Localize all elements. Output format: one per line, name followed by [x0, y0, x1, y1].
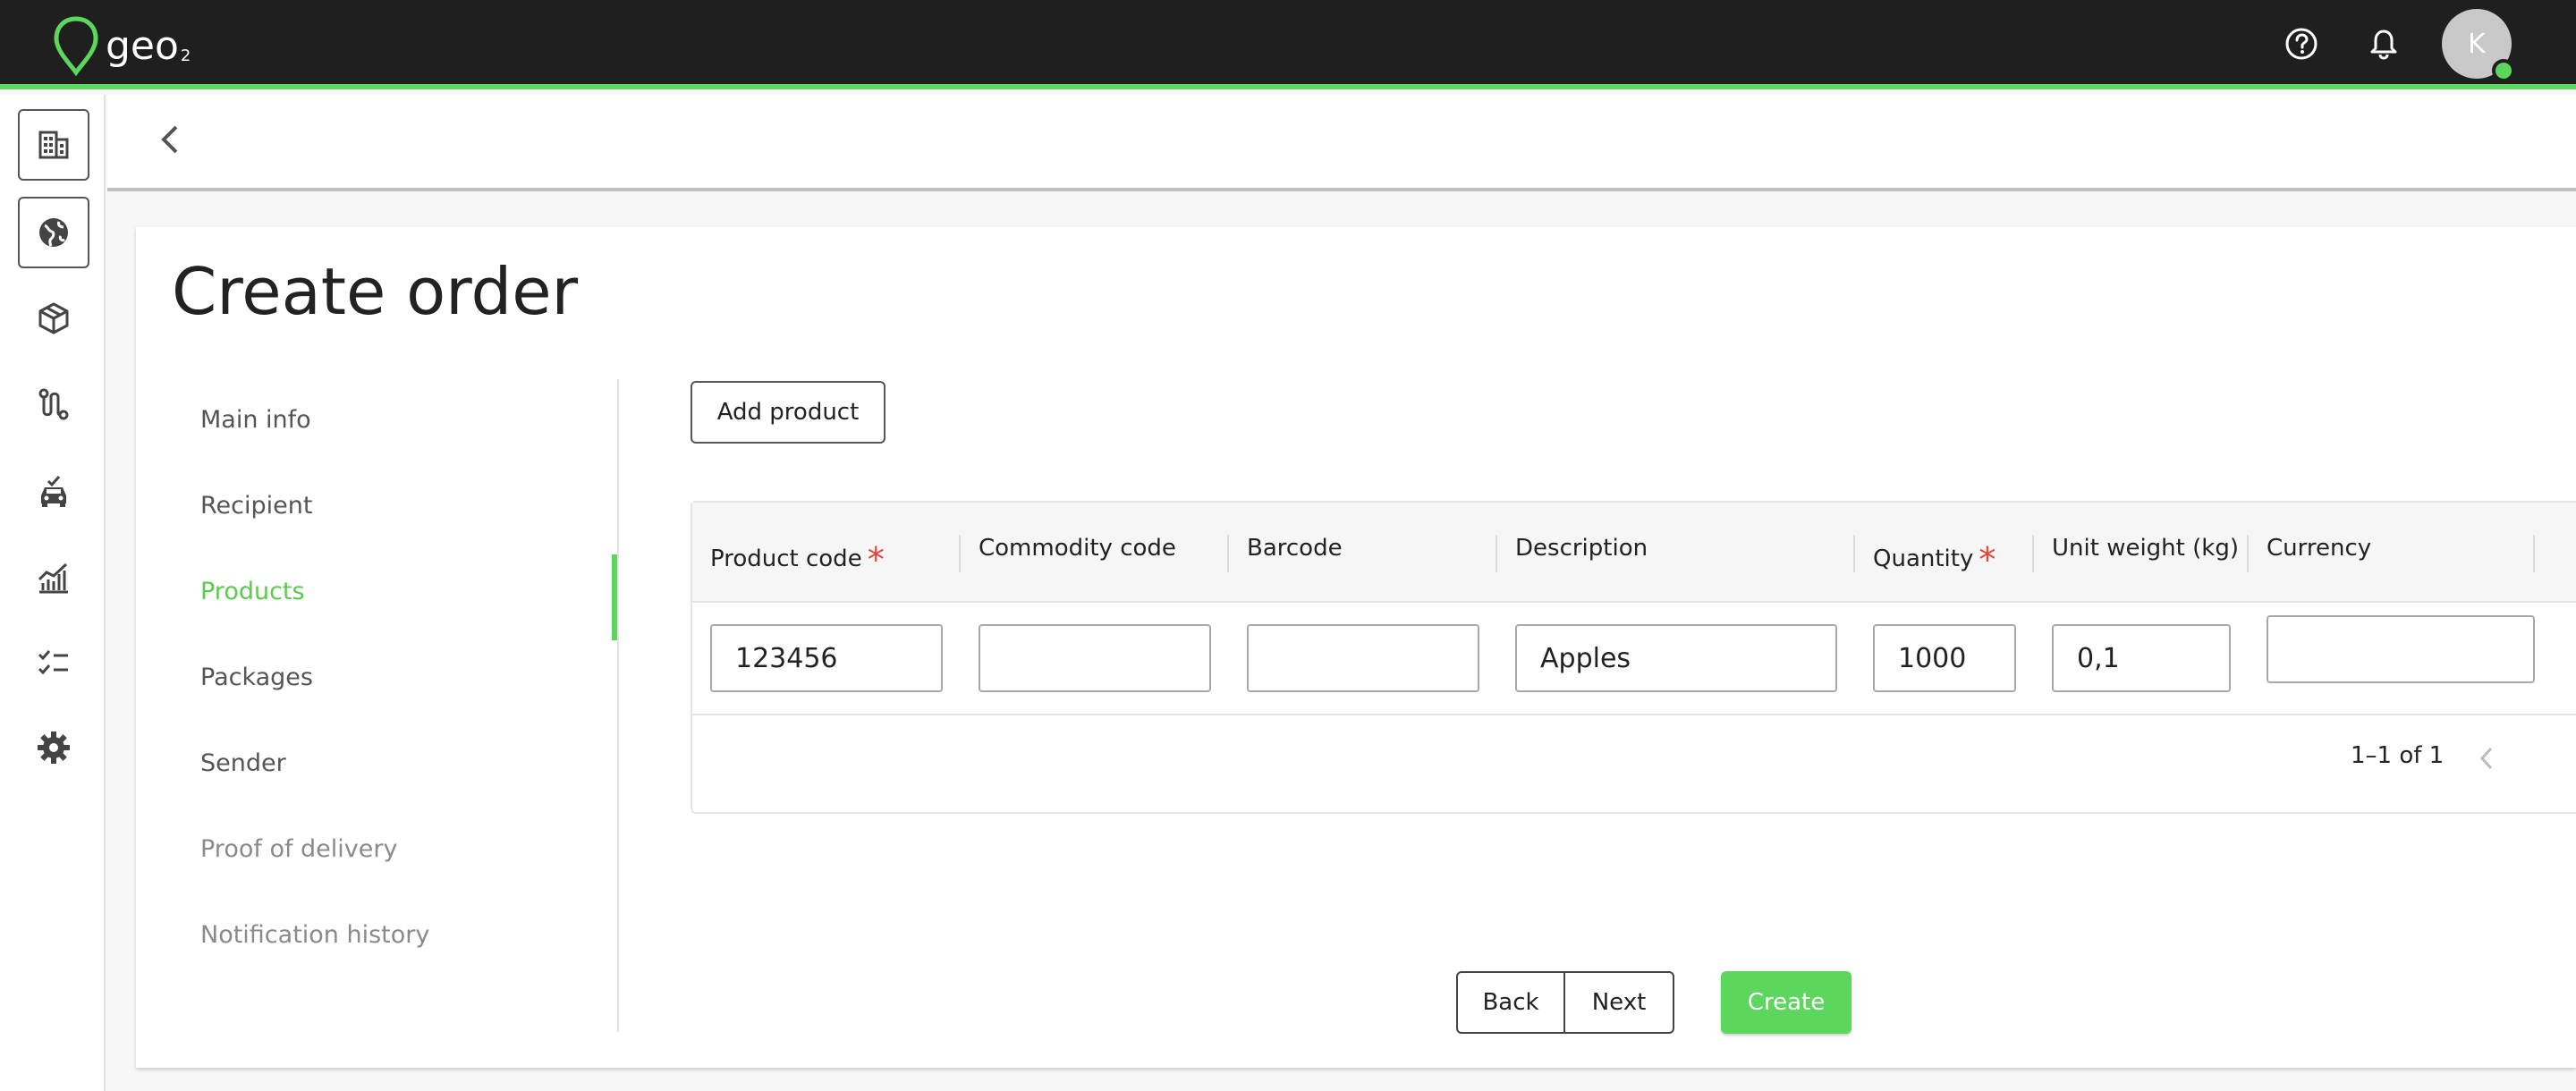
- column-header-description: Description: [1515, 535, 1648, 562]
- vehicle-check-icon: [41, 476, 66, 507]
- column-separator[interactable]: [2533, 535, 2535, 572]
- products-table: Product code * Commodity code Barcode Des…: [691, 501, 2576, 814]
- description-input[interactable]: Apples: [1515, 624, 1837, 692]
- left-nav-rail: [0, 95, 106, 1091]
- rail-item-organizations[interactable]: [18, 109, 89, 181]
- app-logo[interactable]: geo 2: [52, 14, 191, 77]
- step-recipient[interactable]: Recipient: [200, 492, 312, 520]
- help-circle-icon: [2285, 28, 2318, 60]
- rail-item-tasks[interactable]: [18, 628, 89, 699]
- column-header-commodity-code: Commodity code: [979, 535, 1176, 562]
- package-icon: [38, 302, 69, 334]
- online-status-dot: [2492, 59, 2515, 82]
- rail-item-analytics[interactable]: [18, 542, 89, 613]
- logo-subscript: 2: [180, 46, 191, 65]
- barcode-input[interactable]: [1247, 624, 1479, 692]
- step-navigation-buttons: Back Next: [1456, 971, 1674, 1034]
- back-navigation-button[interactable]: [143, 113, 197, 166]
- required-marker: *: [867, 540, 885, 579]
- unit-weight-input[interactable]: 0,1: [2052, 624, 2231, 692]
- column-separator[interactable]: [2247, 535, 2249, 572]
- column-separator[interactable]: [959, 535, 961, 572]
- rail-item-routes[interactable]: [18, 368, 89, 440]
- top-bar: geo 2 K: [0, 0, 2576, 89]
- currency-select[interactable]: [2267, 615, 2535, 683]
- pagination-range: 1–1 of 1: [2351, 742, 2445, 769]
- column-separator[interactable]: [1496, 535, 1497, 572]
- commodity-code-input[interactable]: [979, 624, 1211, 692]
- product-code-input[interactable]: 123456: [710, 624, 943, 692]
- required-marker: *: [1979, 540, 1996, 579]
- checklist-icon: [38, 650, 68, 675]
- create-order-card: Create order Main info Recipient Product…: [136, 227, 2576, 1068]
- active-step-indicator: [612, 554, 617, 640]
- rail-item-map[interactable]: [18, 197, 89, 268]
- quantity-input[interactable]: 1000: [1873, 624, 2016, 692]
- previous-page-button[interactable]: [2469, 740, 2504, 776]
- analytics-icon: [38, 562, 68, 594]
- logo-text: geo: [106, 22, 179, 69]
- step-proof-of-delivery[interactable]: Proof of delivery: [200, 835, 397, 863]
- rail-item-vehicles[interactable]: [18, 456, 89, 528]
- notifications-button[interactable]: [2363, 23, 2404, 64]
- column-header-currency: Currency: [2267, 535, 2372, 562]
- step-notification-history[interactable]: Notification history: [200, 921, 429, 949]
- bell-icon: [2370, 30, 2397, 60]
- table-header: Product code * Commodity code Barcode Des…: [692, 503, 2576, 603]
- column-header-product-code: Product code *: [710, 540, 885, 579]
- avatar-initial: K: [2468, 28, 2486, 60]
- column-header-barcode: Barcode: [1247, 535, 1343, 562]
- step-main-info[interactable]: Main info: [200, 406, 311, 434]
- column-separator[interactable]: [2032, 535, 2034, 572]
- route-icon: [38, 388, 69, 420]
- gear-icon: [38, 732, 70, 764]
- column-header-unit-weight: Unit weight (kg): [2052, 535, 2239, 562]
- row-divider: [692, 714, 2576, 715]
- column-separator[interactable]: [1853, 535, 1855, 572]
- next-button[interactable]: Next: [1565, 973, 1673, 1032]
- page-title: Create order: [172, 254, 579, 329]
- back-button[interactable]: Back: [1458, 973, 1565, 1032]
- step-navigation: Main info Recipient Products Packages Se…: [136, 379, 619, 1032]
- rail-item-settings[interactable]: [18, 712, 89, 783]
- rail-item-orders[interactable]: [18, 283, 89, 354]
- chevron-left-icon: [2479, 747, 2493, 770]
- chevron-left-icon: [161, 125, 178, 154]
- column-header-quantity: Quantity *: [1873, 540, 1996, 579]
- step-sender[interactable]: Sender: [200, 749, 286, 777]
- add-product-button[interactable]: Add product: [691, 381, 886, 444]
- help-button[interactable]: [2281, 23, 2322, 64]
- sub-header: [107, 95, 2576, 191]
- step-packages[interactable]: Packages: [200, 664, 313, 691]
- column-separator[interactable]: [1227, 535, 1229, 572]
- location-pin-icon: [54, 16, 98, 76]
- globe-icon: [39, 218, 68, 247]
- create-button[interactable]: Create: [1721, 971, 1852, 1034]
- step-products[interactable]: Products: [200, 578, 305, 605]
- building-icon: [38, 131, 69, 159]
